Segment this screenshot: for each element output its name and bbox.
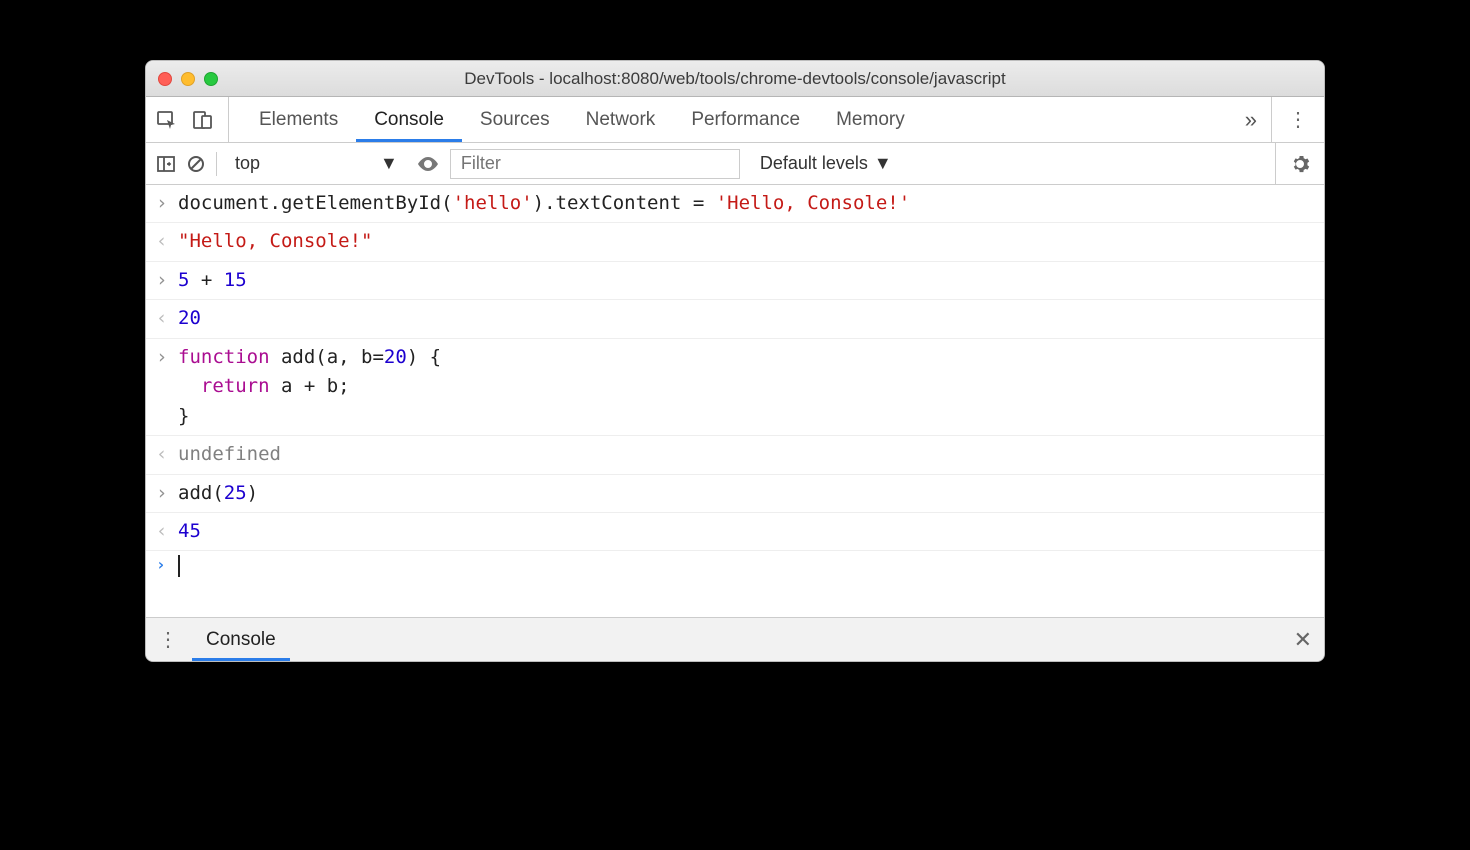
live-expression-icon[interactable] <box>416 152 440 176</box>
code-text: function add(a, b=20) { return a + b; } <box>178 343 441 431</box>
code-text: undefined <box>178 440 281 469</box>
tab-performance[interactable]: Performance <box>673 97 818 142</box>
prompt-icon <box>156 555 178 574</box>
window-title: DevTools - localhost:8080/web/tools/chro… <box>146 69 1324 89</box>
toggle-device-icon[interactable] <box>192 109 214 131</box>
filter-input[interactable] <box>450 149 740 179</box>
console-input-row: add(25) <box>146 475 1324 513</box>
execution-context-select[interactable]: top ▼ <box>227 151 406 176</box>
close-drawer-icon[interactable]: ✕ <box>1294 627 1312 653</box>
console-prompt-row[interactable] <box>146 551 1324 617</box>
chevron-down-icon: ▼ <box>380 153 398 174</box>
zoom-window-button[interactable] <box>204 72 218 86</box>
tab-network[interactable]: Network <box>568 97 674 142</box>
close-window-button[interactable] <box>158 72 172 86</box>
output-marker-icon <box>156 227 178 256</box>
console-output-row: 45 <box>146 513 1324 551</box>
input-marker-icon <box>156 266 178 295</box>
drawer-menu-icon[interactable]: ⋮ <box>158 627 192 652</box>
devtools-window: DevTools - localhost:8080/web/tools/chro… <box>145 60 1325 662</box>
tabs-overflow-icon[interactable]: » <box>1235 107 1267 133</box>
code-text: 20 <box>178 304 201 333</box>
console-output-row: "Hello, Console!" <box>146 223 1324 261</box>
console-toolbar: top ▼ Default levels ▼ <box>146 143 1324 185</box>
traffic-lights <box>158 72 218 86</box>
tab-elements[interactable]: Elements <box>241 97 356 142</box>
code-text: "Hello, Console!" <box>178 227 372 256</box>
output-marker-icon <box>156 440 178 469</box>
code-text: 5 + 15 <box>178 266 247 295</box>
console-output: document.getElementById('hello').textCon… <box>146 185 1324 551</box>
tab-memory[interactable]: Memory <box>818 97 923 142</box>
clear-console-icon[interactable] <box>186 154 206 174</box>
output-marker-icon <box>156 304 178 333</box>
console-output-row: undefined <box>146 436 1324 474</box>
inspect-element-icon[interactable] <box>156 109 178 131</box>
tab-console[interactable]: Console <box>356 97 462 142</box>
minimize-window-button[interactable] <box>181 72 195 86</box>
output-marker-icon <box>156 517 178 546</box>
input-marker-icon <box>156 479 178 508</box>
console-output-row: 20 <box>146 300 1324 338</box>
titlebar: DevTools - localhost:8080/web/tools/chro… <box>146 61 1324 97</box>
input-marker-icon <box>156 343 178 372</box>
console-input-row: document.getElementById('hello').textCon… <box>146 185 1324 223</box>
code-text: 45 <box>178 517 201 546</box>
devtools-tabbar: ElementsConsoleSourcesNetworkPerformance… <box>146 97 1324 143</box>
input-marker-icon <box>156 189 178 218</box>
main-menu-icon[interactable]: ⋮ <box>1271 97 1314 142</box>
code-text: add(25) <box>178 479 258 508</box>
text-cursor <box>178 555 180 577</box>
console-input-row: function add(a, b=20) { return a + b; } <box>146 339 1324 436</box>
drawer-console-tab[interactable]: Console <box>192 618 290 661</box>
chevron-down-icon: ▼ <box>874 153 892 174</box>
log-levels-select[interactable]: Default levels ▼ <box>750 153 892 174</box>
tab-sources[interactable]: Sources <box>462 97 568 142</box>
execution-context-label: top <box>235 153 260 174</box>
log-levels-label: Default levels <box>760 153 868 174</box>
code-text: document.getElementById('hello').textCon… <box>178 189 910 218</box>
console-input-row: 5 + 15 <box>146 262 1324 300</box>
drawer: ⋮ Console ✕ <box>146 617 1324 661</box>
show-console-sidebar-icon[interactable] <box>156 154 176 174</box>
console-settings-icon[interactable] <box>1275 143 1314 184</box>
